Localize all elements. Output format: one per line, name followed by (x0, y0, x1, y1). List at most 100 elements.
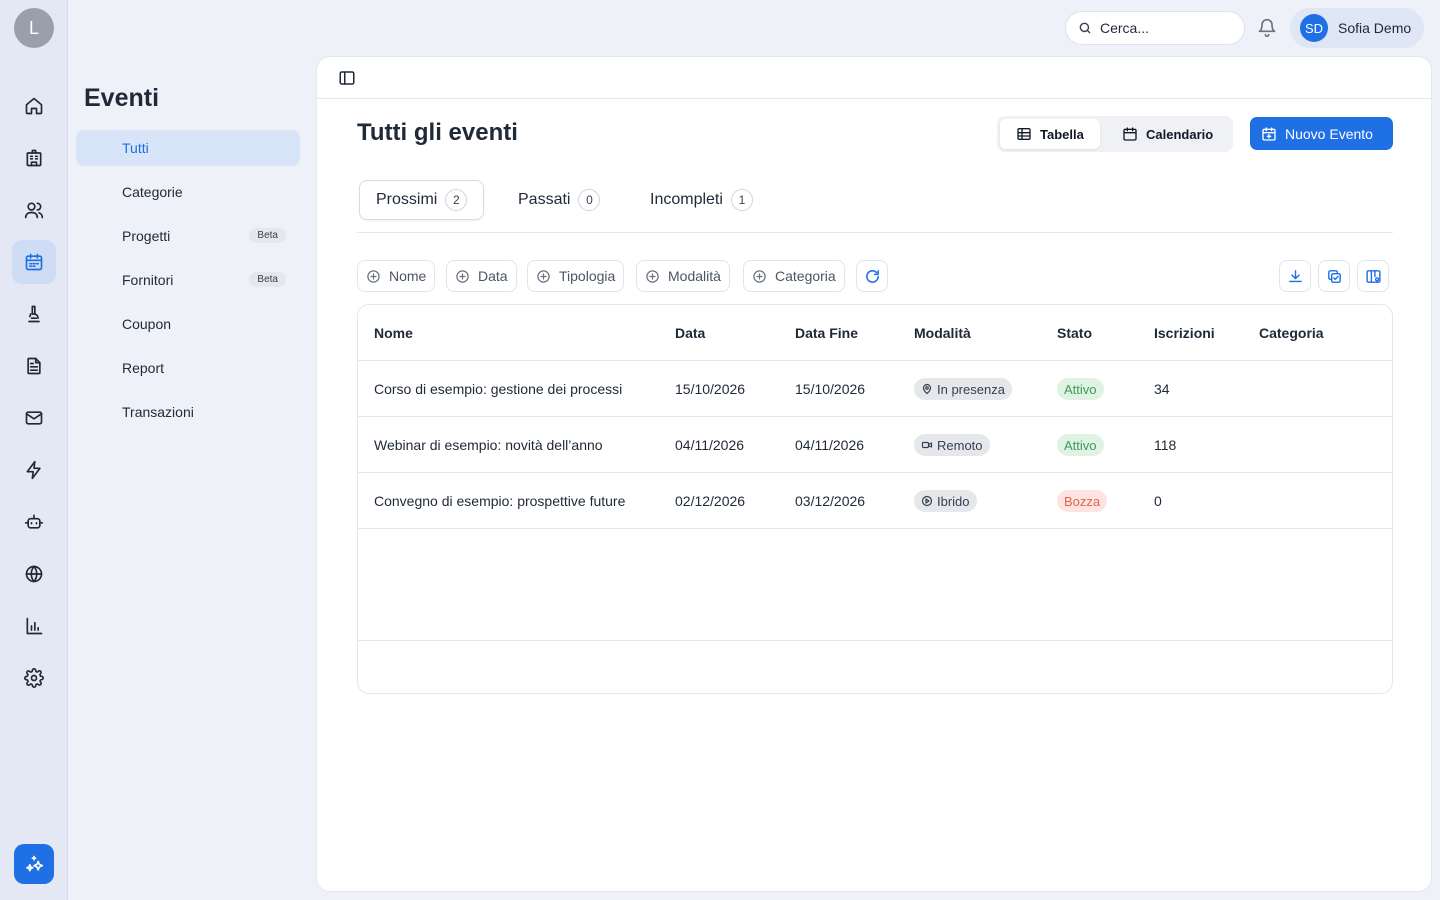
sidebar-item-fornitori[interactable]: Fornitori Beta (76, 262, 300, 298)
event-name[interactable]: Convegno di esempio: prospettive future (374, 493, 625, 509)
table-footer-divider (358, 640, 1392, 641)
sidebar-item-report[interactable]: Report (76, 350, 300, 386)
table-row[interactable]: Webinar di esempio: novità dell’anno 04/… (358, 417, 1392, 473)
status-badge: Attivo (1057, 434, 1104, 456)
column-header[interactable]: Categoria (1259, 325, 1324, 341)
sidebar-item-progetti[interactable]: Progetti Beta (76, 218, 300, 254)
sidebar-item-transazioni[interactable]: Transazioni (76, 394, 300, 430)
export-button[interactable] (1279, 260, 1311, 292)
calendar-plus-icon (1262, 126, 1276, 141)
plus-circle-icon (537, 269, 550, 283)
view-table-button[interactable]: Tabella (1000, 119, 1100, 149)
table-icon (1017, 128, 1031, 140)
bell-icon[interactable] (1257, 18, 1277, 38)
copy-check-icon (1327, 269, 1341, 283)
video-icon (921, 441, 933, 449)
column-header[interactable]: Nome (374, 325, 413, 341)
bot-icon[interactable] (12, 500, 56, 544)
main-panel: Tutti gli eventi Tabella Calendario Nuov… (316, 56, 1432, 892)
filter-modalita[interactable]: Modalità (636, 260, 730, 292)
search-input[interactable] (1100, 20, 1230, 36)
event-tabs: Prossimi 2 Passati 0 Incompleti 1 (357, 179, 1393, 233)
view-switch: Tabella Calendario (997, 116, 1233, 152)
panel-toolbar (317, 57, 1431, 99)
table-header: Nome Data Data Fine Modalità Stato Iscri… (358, 305, 1392, 361)
mode-badge: Remoto (914, 434, 990, 456)
sidebar-item-coupon[interactable]: Coupon (76, 306, 300, 342)
refresh-icon (865, 269, 879, 283)
event-date: 15/10/2026 (675, 381, 746, 397)
tab-count: 0 (578, 189, 601, 211)
refresh-button[interactable] (856, 260, 888, 292)
columns-settings-icon (1365, 269, 1381, 283)
ai-assistant-button[interactable] (14, 844, 54, 884)
search-box[interactable] (1065, 11, 1245, 45)
event-end-date: 03/12/2026 (795, 493, 866, 509)
event-end-date: 15/10/2026 (795, 381, 866, 397)
home-icon[interactable] (12, 84, 56, 128)
calendar-icon (1123, 127, 1137, 141)
beta-badge: Beta (249, 272, 286, 287)
copy-button[interactable] (1318, 260, 1350, 292)
signups-count: 0 (1154, 493, 1162, 509)
download-icon (1288, 269, 1302, 282)
plus-circle-icon (646, 269, 659, 283)
sidebar-item-tutti[interactable]: Tutti (76, 130, 300, 166)
event-name[interactable]: Webinar di esempio: novità dell’anno (374, 437, 603, 453)
tab-passati[interactable]: Passati 0 (502, 180, 616, 220)
users-icon[interactable] (12, 188, 56, 232)
column-header[interactable]: Modalità (914, 325, 971, 341)
plus-circle-icon (456, 269, 469, 283)
avatar: SD (1300, 14, 1328, 42)
signups-count: 34 (1154, 381, 1170, 397)
beta-badge: Beta (249, 228, 286, 243)
filter-data[interactable]: Data (446, 260, 517, 292)
plus-circle-icon (753, 269, 766, 283)
mode-badge: In presenza (914, 378, 1012, 400)
column-header[interactable]: Data Fine (795, 325, 858, 341)
status-badge: Attivo (1057, 378, 1104, 400)
sidebar-toggle-icon[interactable] (338, 69, 356, 87)
column-header[interactable]: Data (675, 325, 705, 341)
tab-incompleti[interactable]: Incompleti 1 (634, 180, 769, 220)
mode-badge: Ibrido (914, 490, 977, 512)
page-title: Tutti gli eventi (357, 119, 518, 146)
tab-count: 1 (730, 189, 753, 211)
signups-count: 118 (1154, 437, 1177, 453)
view-calendar-button[interactable]: Calendario (1106, 119, 1229, 149)
sparkles-icon (26, 855, 44, 872)
icon-rail: L (0, 0, 68, 900)
gear-icon[interactable] (12, 656, 56, 700)
column-header[interactable]: Stato (1057, 325, 1092, 341)
user-menu[interactable]: SD Sofia Demo (1290, 8, 1424, 48)
event-date: 04/11/2026 (675, 437, 745, 453)
section-title: Eventi (84, 84, 160, 112)
document-icon[interactable] (12, 344, 56, 388)
workspace-avatar[interactable]: L (14, 8, 54, 48)
tab-prossimi[interactable]: Prossimi 2 (359, 180, 485, 220)
event-name[interactable]: Corso di esempio: gestione dei processi (374, 381, 622, 397)
bar-chart-icon[interactable] (12, 604, 56, 648)
calendar-icon[interactable] (12, 240, 56, 284)
filter-tipologia[interactable]: Tipologia (527, 260, 625, 292)
event-date: 02/12/2026 (675, 493, 746, 509)
filter-nome[interactable]: Nome (357, 260, 436, 292)
table-row[interactable]: Convegno di esempio: prospettive future … (358, 473, 1392, 529)
filter-categoria[interactable]: Categoria (743, 260, 845, 292)
microscope-icon[interactable] (12, 292, 56, 336)
table-row[interactable]: Corso di esempio: gestione dei processi … (358, 361, 1392, 417)
new-event-button[interactable]: Nuovo Evento (1250, 117, 1393, 150)
event-end-date: 04/11/2026 (795, 437, 865, 453)
user-name: Sofia Demo (1338, 20, 1412, 36)
sidebar-item-categorie[interactable]: Categorie (76, 174, 300, 210)
search-icon (1079, 22, 1091, 34)
plus-circle-icon (367, 269, 380, 283)
events-table: Nome Data Data Fine Modalità Stato Iscri… (357, 304, 1393, 694)
building-icon[interactable] (12, 136, 56, 180)
column-header[interactable]: Iscrizioni (1154, 325, 1215, 341)
bolt-icon[interactable] (12, 448, 56, 492)
tab-count: 2 (445, 189, 468, 211)
globe-icon[interactable] (12, 552, 56, 596)
columns-button[interactable] (1357, 260, 1389, 292)
mail-icon[interactable] (12, 396, 56, 440)
